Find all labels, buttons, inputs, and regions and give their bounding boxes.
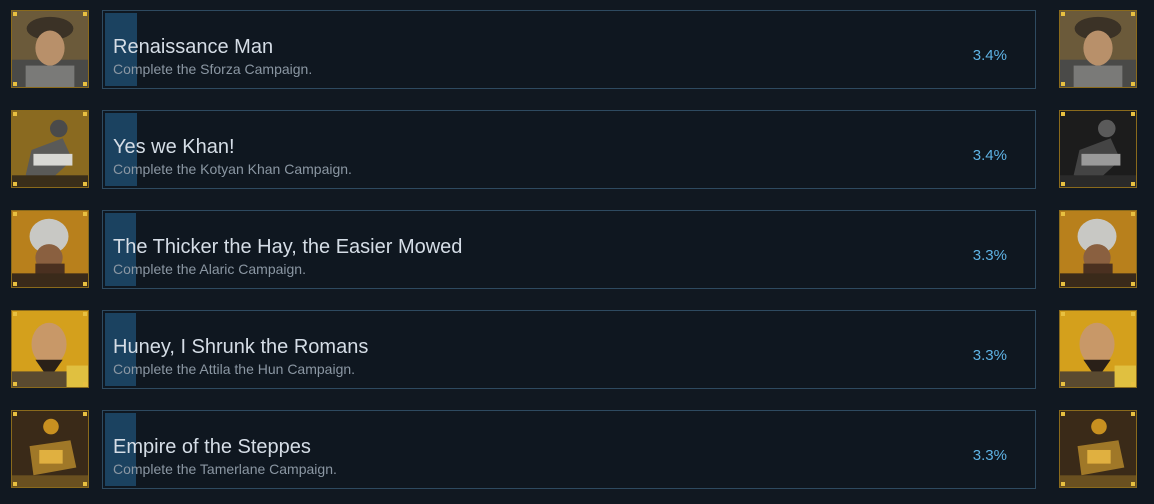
achievement-row: The Thicker the Hay, the Easier Mowed Co… [0, 210, 1154, 290]
achievement-title: Yes we Khan! [113, 136, 235, 158]
achievement-description: Complete the Tamerlane Campaign. [113, 461, 337, 477]
achievement-panel: Empire of the Steppes Complete the Tamer… [102, 410, 1036, 489]
alaric-portrait-icon [1059, 210, 1137, 288]
achievement-percent: 3.4% [972, 147, 1007, 164]
achievement-row: Renaissance Man Complete the Sforza Camp… [0, 10, 1154, 90]
achievement-description: Complete the Kotyan Khan Campaign. [113, 161, 352, 177]
achievement-title: Renaissance Man [113, 36, 274, 58]
achievement-panel: The Thicker the Hay, the Easier Mowed Co… [102, 210, 1036, 289]
achievement-percent: 3.3% [972, 347, 1007, 364]
achievement-percent: 3.4% [972, 47, 1007, 64]
achievement-description: Complete the Alaric Campaign. [113, 261, 306, 277]
attila-portrait-icon [11, 310, 89, 388]
achievement-title: Empire of the Steppes [113, 436, 311, 458]
sforza-portrait-icon [1059, 10, 1137, 88]
achievement-percent: 3.3% [972, 247, 1007, 264]
achievement-percent: 3.3% [972, 447, 1007, 464]
achievement-panel: Renaissance Man Complete the Sforza Camp… [102, 10, 1036, 89]
sforza-portrait-icon [11, 10, 89, 88]
achievement-row: Huney, I Shrunk the Romans Complete the … [0, 310, 1154, 390]
achievement-description: Complete the Attila the Hun Campaign. [113, 361, 356, 377]
alaric-portrait-icon [11, 210, 89, 288]
achievement-row: Yes we Khan! Complete the Kotyan Khan Ca… [0, 110, 1154, 190]
achievement-row: Empire of the Steppes Complete the Tamer… [0, 410, 1154, 490]
achievement-description: Complete the Sforza Campaign. [113, 61, 313, 77]
achievement-title: The Thicker the Hay, the Easier Mowed [113, 236, 463, 258]
achievement-panel: Yes we Khan! Complete the Kotyan Khan Ca… [102, 110, 1036, 189]
tamerlane-portrait-icon [11, 410, 89, 488]
achievement-panel: Huney, I Shrunk the Romans Complete the … [102, 310, 1036, 389]
attila-portrait-icon [1059, 310, 1137, 388]
kotyan-khan-portrait-icon [11, 110, 89, 188]
tamerlane-portrait-icon [1059, 410, 1137, 488]
achievement-list: Renaissance Man Complete the Sforza Camp… [0, 0, 1154, 504]
achievement-title: Huney, I Shrunk the Romans [113, 336, 369, 358]
kotyan-khan-portrait-icon-locked [1059, 110, 1137, 188]
